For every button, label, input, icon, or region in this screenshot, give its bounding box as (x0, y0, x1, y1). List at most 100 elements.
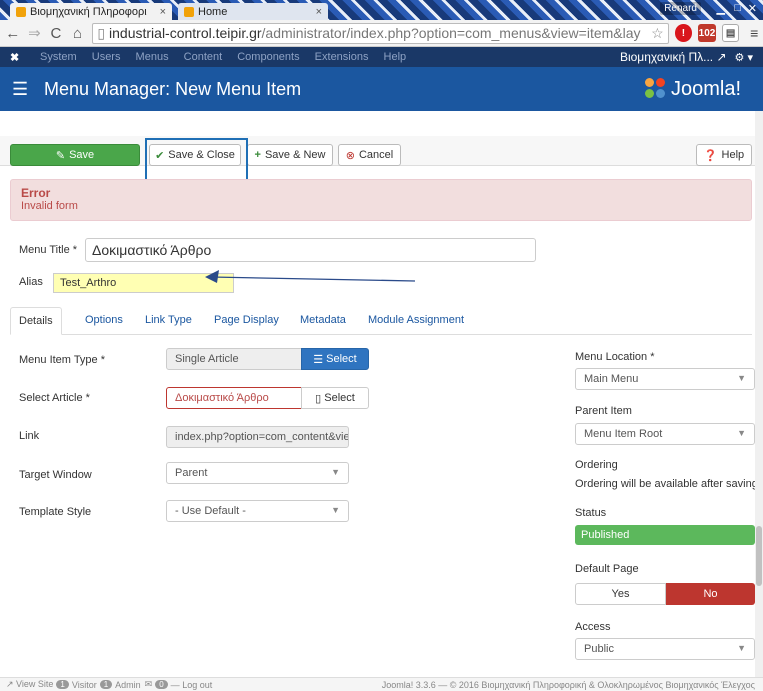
list-icon: ☰ (12, 78, 29, 99)
list-icon: ☰ (313, 353, 324, 366)
reload-icon[interactable]: C (47, 25, 65, 42)
link-field: index.php?option=com_content&vie (166, 426, 349, 448)
address-bar-row: ← ⇒ C ⌂ ▯ industrial-control.teipir.gr /… (0, 20, 763, 47)
back-icon[interactable]: ← (4, 25, 22, 42)
menu-item-type-field: Single Article (166, 348, 302, 370)
menu-item-type-select-button[interactable]: ☰ Select (301, 348, 369, 370)
tab-bar: Details Options Link Type Page Display M… (10, 307, 752, 335)
minimize-icon[interactable]: ▁ (717, 2, 725, 15)
annotation-arrow (205, 270, 416, 283)
admin-label: Admin (115, 679, 141, 690)
browser-tab-home[interactable]: Home × (178, 3, 328, 20)
highlight-box (145, 138, 248, 181)
url-bar[interactable]: ▯ industrial-control.teipir.gr /administ… (92, 22, 669, 44)
ordering-text: Ordering will be available after saving (575, 478, 758, 490)
logout-link[interactable]: — Log out (171, 680, 213, 690)
visitor-label: Visitor (71, 679, 97, 690)
menu-extensions[interactable]: Extensions (315, 51, 369, 63)
document-icon[interactable]: ▤ (721, 24, 740, 42)
save-button[interactable]: ✎ Save (10, 144, 140, 166)
select-article-button[interactable]: ▯ Select (301, 387, 369, 409)
menu-location-select[interactable]: Main Menu ▼ (575, 368, 755, 390)
admin-count-badge: 1 (99, 680, 113, 689)
alias-label: Alias (19, 276, 43, 288)
parent-item-value: Menu Item Root (584, 428, 663, 440)
page-header: ☰ Menu Manager: New Menu Item Joomla! (0, 67, 763, 111)
menu-components[interactable]: Components (237, 51, 299, 63)
chevron-down-icon: ▼ (331, 467, 340, 477)
ordering-label: Ordering (575, 459, 618, 471)
target-window-select[interactable]: Parent ▼ (166, 462, 349, 484)
cancel-button[interactable]: ⊗ Cancel (338, 144, 401, 166)
tab-options[interactable]: Options (77, 307, 131, 335)
menu-title-label: Menu Title * (19, 244, 78, 256)
site-name-link[interactable]: Βιομηχανική Πλ... ↗ (620, 50, 727, 64)
save-new-button[interactable]: + Save & New (247, 144, 333, 166)
scrollbar-thumb[interactable] (756, 526, 762, 586)
tab-close-icon[interactable]: × (316, 6, 322, 18)
tab-label: Home (198, 5, 228, 18)
forward-icon[interactable]: ⇒ (26, 24, 44, 42)
view-site-link[interactable]: ↗ View Site (6, 679, 53, 690)
tab-label: Βιομηχανική Πληροφορι (30, 5, 147, 18)
template-style-value: - Use Default - (175, 505, 246, 517)
default-no-button[interactable]: No (666, 583, 755, 605)
tab-module-assignment[interactable]: Module Assignment (360, 307, 472, 335)
browser-tab-active[interactable]: Βιομηχανική Πληροφορι × (10, 3, 172, 20)
chevron-down-icon: ▼ (737, 643, 746, 653)
bookmark-star-icon[interactable]: ☆ (651, 25, 664, 42)
template-style-select[interactable]: - Use Default - ▼ (166, 500, 349, 522)
tab-page-display[interactable]: Page Display (206, 307, 287, 335)
joomla-mark-icon (644, 78, 667, 100)
select-article-label: Select Article * (19, 392, 90, 404)
menu-content[interactable]: Content (184, 51, 223, 63)
menu-location-label: Menu Location * (575, 351, 655, 363)
chevron-down-icon: ▼ (331, 505, 340, 515)
access-value: Public (584, 643, 614, 655)
error-alert: Error Invalid form (10, 179, 752, 221)
logout-label: Log out (182, 679, 213, 690)
tab-link-type[interactable]: Link Type (137, 307, 200, 335)
gmail-extension-icon[interactable]: 102 (698, 24, 716, 42)
tab-close-icon[interactable]: × (160, 6, 166, 18)
url-path: /administrator/index.php?option=com_menu… (261, 25, 641, 41)
file-icon: ▯ (315, 392, 322, 405)
url-host: industrial-control.teipir.gr (109, 25, 262, 41)
menu-title-input[interactable]: Δοκιμαστικό Άρθρο (85, 238, 536, 262)
selected-article-field: Δοκιμαστικό Άρθρο (166, 387, 302, 409)
menu-item-type-label: Menu Item Type * (19, 354, 106, 366)
joomla-favicon-icon (16, 6, 26, 17)
help-label: Help (721, 149, 745, 161)
tab-details[interactable]: Details (10, 307, 62, 335)
maximize-icon[interactable]: □ (734, 2, 741, 14)
chevron-down-icon: ▼ (737, 428, 746, 438)
cancel-circle-icon: ⊗ (345, 149, 355, 162)
profile-badge[interactable]: Renard (660, 2, 701, 15)
menu-users[interactable]: Users (92, 51, 121, 63)
plus-icon: + (254, 149, 261, 161)
joomla-logo: Joomla! (644, 77, 741, 101)
extension-icon[interactable]: ! (674, 24, 693, 42)
brand-text: Joomla! (670, 77, 741, 100)
menu-help[interactable]: Help (384, 51, 407, 63)
page-scrollbar[interactable] (755, 111, 763, 677)
user-menu-gear-icon[interactable]: ⚙ ▾ (735, 51, 753, 64)
parent-item-select[interactable]: Menu Item Root ▼ (575, 423, 755, 445)
menu-system[interactable]: System (40, 51, 77, 63)
cancel-label: Cancel (358, 149, 394, 161)
status-select[interactable]: Published (575, 525, 755, 545)
menu-location-value: Main Menu (584, 373, 639, 385)
home-icon[interactable]: ⌂ (69, 25, 87, 42)
help-button[interactable]: ❓ Help (696, 144, 752, 166)
menu-menus[interactable]: Menus (136, 51, 169, 63)
chevron-down-icon: ▼ (737, 373, 746, 383)
tab-metadata[interactable]: Metadata (292, 307, 354, 335)
access-select[interactable]: Public ▼ (575, 638, 755, 660)
browser-menu-icon[interactable]: ≡ (745, 24, 763, 42)
save-new-label: Save & New (264, 149, 326, 161)
joomla-favicon-icon (184, 6, 194, 17)
mail-icon[interactable]: ✉ (145, 679, 153, 690)
joomla-icon[interactable]: ✖ (10, 51, 24, 64)
close-window-icon[interactable]: ✕ (748, 2, 757, 15)
default-yes-button[interactable]: Yes (575, 583, 666, 605)
